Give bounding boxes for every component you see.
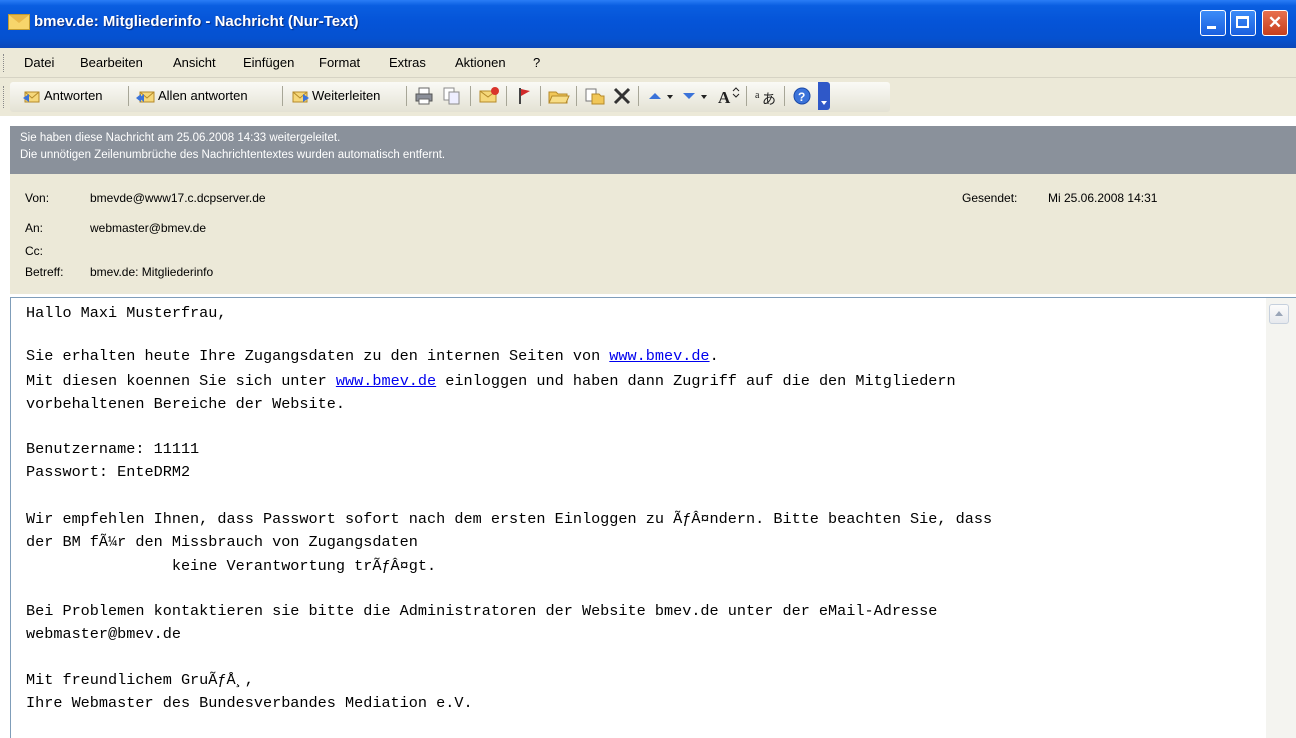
from-label: Von: <box>25 191 50 205</box>
reply-icon <box>23 91 40 103</box>
copy-icon[interactable] <box>442 86 462 106</box>
bmev-link[interactable]: www.bmev.de <box>336 372 436 390</box>
toolbar-separator <box>576 86 577 106</box>
menu-format[interactable]: Format <box>319 55 360 70</box>
move-icon[interactable] <box>584 86 606 106</box>
reply-button[interactable]: Antworten <box>22 84 124 108</box>
previous-item-icon[interactable] <box>646 86 676 106</box>
greeting-line: Hallo Maxi Musterfrau, <box>26 304 227 322</box>
maximize-icon <box>1231 11 1255 35</box>
text-size-icon[interactable]: A <box>716 86 740 106</box>
toolbar-separator <box>470 86 471 106</box>
body-line: keine Verantwortung trÃƒÂ¤gt. <box>26 557 437 575</box>
svg-text:?: ? <box>798 90 805 104</box>
body-line: Sie erhalten heute Ihre Zugangsdaten zu … <box>26 347 719 365</box>
vertical-scrollbar[interactable] <box>1266 297 1296 738</box>
menu-extras[interactable]: Extras <box>389 55 426 70</box>
menu-help[interactable]: ? <box>533 55 540 70</box>
window-title: bmev.de: Mitgliederinfo - Nachricht (Nur… <box>34 13 359 30</box>
next-item-icon[interactable] <box>680 86 710 106</box>
minimize-button[interactable] <box>1200 10 1226 36</box>
toolbar-separator <box>406 86 407 106</box>
body-text: Mit diesen koennen Sie sich unter <box>26 372 336 390</box>
body-line: Bei Problemen kontaktieren sie bitte die… <box>26 602 938 620</box>
open-folder-icon[interactable] <box>548 86 570 106</box>
reply-all-label: Allen antworten <box>158 88 248 103</box>
sent-label: Gesendet: <box>962 191 1018 205</box>
menu-grip <box>3 54 7 72</box>
forward-icon <box>292 91 309 103</box>
svg-text:あ: あ <box>762 92 776 106</box>
delete-icon[interactable] <box>612 86 632 106</box>
toolbar-grip <box>3 86 7 108</box>
forward-button[interactable]: Weiterleiten <box>290 84 402 108</box>
body-line: Mit diesen koennen Sie sich unter www.bm… <box>26 372 956 390</box>
message-header: Von: bmevde@www17.c.dcpserver.de Gesende… <box>10 174 1296 294</box>
info-bar: Sie haben diese Nachricht am 25.06.2008 … <box>10 126 1296 174</box>
toolbar-separator <box>282 86 283 106</box>
forward-label: Weiterleiten <box>312 88 381 103</box>
toolbar-options-button[interactable] <box>818 82 830 110</box>
to-label: An: <box>25 221 44 235</box>
body-line: vorbehaltenen Bereiche der Website. <box>26 395 345 413</box>
body-text: einloggen und haben dann Zugriff auf die… <box>436 372 956 390</box>
reply-all-icon <box>136 91 155 103</box>
body-line: Wir empfehlen Ihnen, dass Passwort sofor… <box>26 510 993 528</box>
toolbar-separator <box>746 86 747 106</box>
menu-datei[interactable]: Datei <box>24 55 54 70</box>
username-line: Benutzername: 11111 <box>26 440 200 458</box>
menu-aktionen[interactable]: Aktionen <box>455 55 506 70</box>
flag-icon[interactable] <box>514 86 534 106</box>
body-text: . <box>709 347 719 365</box>
subject-value: bmev.de: Mitgliederinfo <box>90 265 214 279</box>
subject-label: Betreff: <box>25 265 64 279</box>
mail-envelope-icon <box>8 14 30 30</box>
toolbar-separator <box>540 86 541 106</box>
help-icon[interactable]: ? <box>792 86 812 106</box>
close-icon: ✕ <box>1267 13 1283 32</box>
minimize-icon <box>1201 11 1225 35</box>
toolbar-separator <box>638 86 639 106</box>
body-line: der BM fÃ¼r den Missbrauch von Zugangsda… <box>26 533 418 551</box>
menu-bar: Datei Bearbeiten Ansicht Einfügen Format… <box>0 48 1296 78</box>
menu-bearbeiten[interactable]: Bearbeiten <box>80 55 143 70</box>
svg-text:A: A <box>718 88 731 106</box>
encoding-icon[interactable]: aあ <box>754 86 778 106</box>
print-icon[interactable] <box>414 86 434 106</box>
to-value[interactable]: webmaster@bmev.de <box>90 221 206 235</box>
toolbar-separator <box>784 86 785 106</box>
maximize-button[interactable] <box>1230 10 1256 36</box>
info-line-breaks: Die unnötigen Zeilenumbrüche des Nachric… <box>20 149 446 161</box>
close-button[interactable]: ✕ <box>1262 10 1288 36</box>
signature-line: Ihre Webmaster des Bundesverbandes Media… <box>26 694 473 712</box>
password-line: Passwort: EnteDRM2 <box>26 463 191 481</box>
title-bar[interactable]: bmev.de: Mitgliederinfo - Nachricht (Nur… <box>0 0 1296 48</box>
body-text: Sie erhalten heute Ihre Zugangsdaten zu … <box>26 347 610 365</box>
sent-value: Mi 25.06.2008 14:31 <box>1048 191 1158 205</box>
bmev-link[interactable]: www.bmev.de <box>609 347 709 365</box>
toolbar: Antworten Allen antworten Weiterleiten A… <box>0 78 1296 116</box>
closing-line: Mit freundlichem GruÃƒÅ¸, <box>26 671 254 689</box>
reply-label: Antworten <box>44 88 103 103</box>
message-body[interactable]: Hallo Maxi Musterfrau, Sie erhalten heut… <box>10 297 1266 738</box>
reply-all-button[interactable]: Allen antworten <box>136 84 276 108</box>
menu-ansicht[interactable]: Ansicht <box>173 55 216 70</box>
svg-text:a: a <box>755 90 760 101</box>
from-value[interactable]: bmevde@www17.c.dcpserver.de <box>90 191 266 205</box>
info-forwarded: Sie haben diese Nachricht am 25.06.2008 … <box>20 132 341 144</box>
body-line: webmaster@bmev.de <box>26 625 181 643</box>
mark-unread-icon[interactable] <box>478 86 500 106</box>
toolbar-separator <box>128 86 129 106</box>
scroll-up-button[interactable] <box>1269 304 1289 324</box>
toolbar-separator <box>506 86 507 106</box>
cc-label: Cc: <box>25 244 43 258</box>
menu-einfuegen[interactable]: Einfügen <box>243 55 294 70</box>
